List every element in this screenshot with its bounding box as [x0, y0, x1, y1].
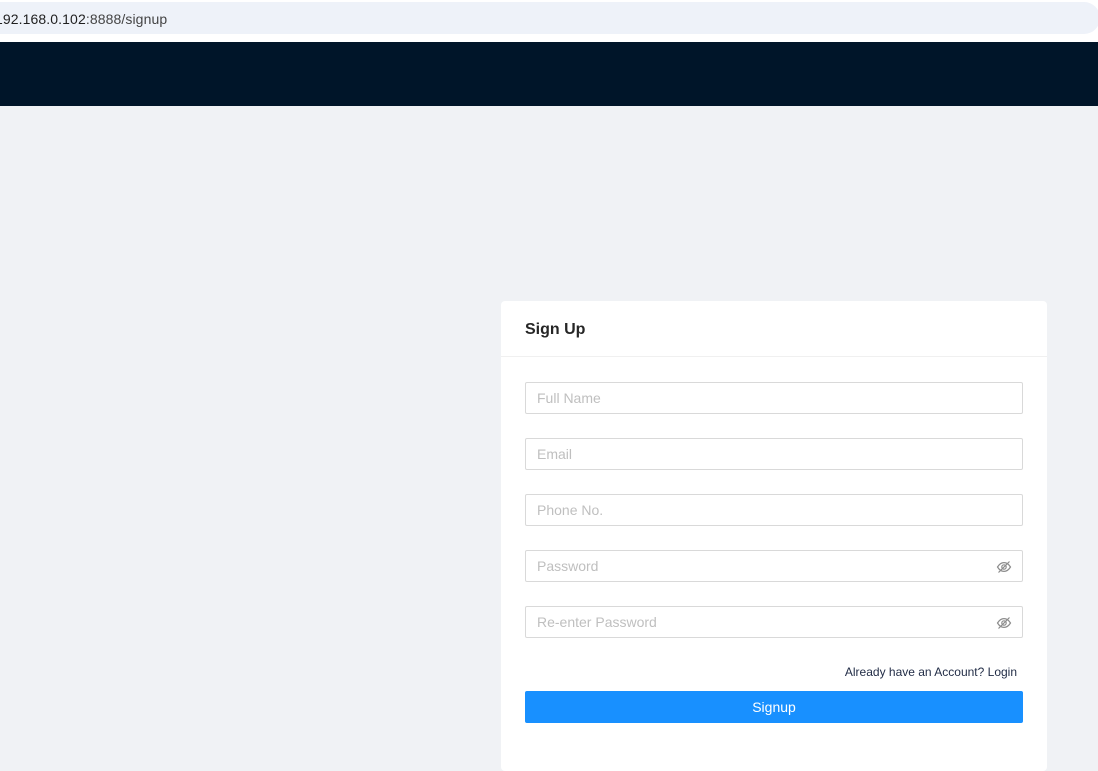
app-header: [0, 42, 1098, 106]
login-link[interactable]: Already have an Account? Login: [845, 665, 1017, 679]
reenter-password-input[interactable]: [526, 607, 1022, 637]
reenter-password-field: [525, 606, 1023, 638]
email-field: [525, 438, 1023, 470]
phone-field: [525, 494, 1023, 526]
email-input[interactable]: [526, 439, 1022, 469]
address-url[interactable]: 192.168.0.102:8888/signup: [0, 11, 167, 27]
browser-toolbar: 192.168.0.102:8888/signup: [0, 0, 1098, 42]
eye-invisible-icon[interactable]: [996, 559, 1012, 575]
password-input[interactable]: [526, 551, 1022, 581]
signup-button[interactable]: Signup: [525, 691, 1023, 723]
card-title: Sign Up: [525, 321, 586, 338]
address-bar[interactable]: 192.168.0.102:8888/signup: [0, 2, 1098, 34]
signup-card: Sign Up Already have an Account? Login S…: [501, 301, 1047, 771]
url-path: :8888/signup: [85, 11, 168, 27]
eye-invisible-icon[interactable]: [996, 615, 1012, 631]
full-name-field: [525, 382, 1023, 414]
phone-input[interactable]: [526, 495, 1022, 525]
password-field: [525, 550, 1023, 582]
full-name-input[interactable]: [526, 383, 1022, 413]
url-host: 192.168.0.102: [0, 11, 86, 27]
card-header: Sign Up: [501, 301, 1047, 357]
